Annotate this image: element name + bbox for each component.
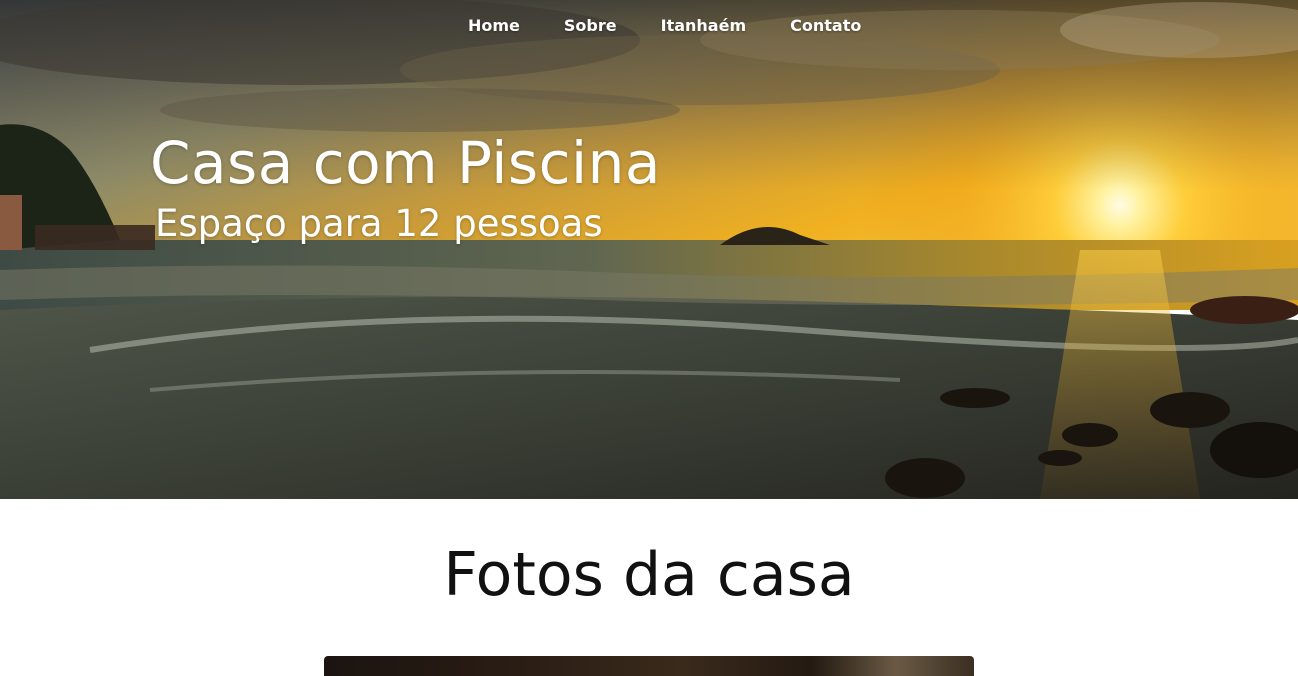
nav-contato-link[interactable]: Contato <box>790 14 861 37</box>
hero-banner: Home Sobre Itanhaém Contato Casa com Pis… <box>0 0 1298 499</box>
hero-subtitle: Espaço para 12 pessoas <box>155 202 603 245</box>
main-nav: Home Sobre Itanhaém Contato <box>468 14 861 37</box>
nav-itanhaem-link[interactable]: Itanhaém <box>661 14 747 37</box>
hero-title: Casa com Piscina <box>150 129 661 197</box>
nav-home-link[interactable]: Home <box>468 14 520 37</box>
hero-background-image <box>0 0 1298 499</box>
house-photo <box>324 656 974 676</box>
nav-sobre-link[interactable]: Sobre <box>564 14 617 37</box>
gallery-title: Fotos da casa <box>443 540 855 610</box>
